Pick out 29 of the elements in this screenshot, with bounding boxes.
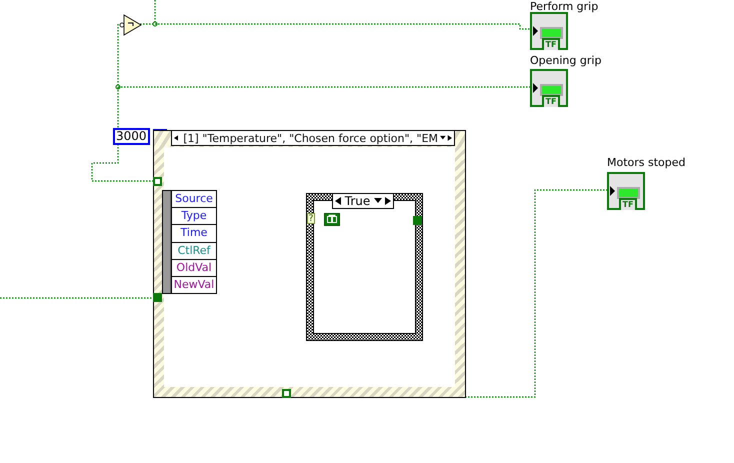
decrement-arrow-icon[interactable] [335,197,341,205]
event-data-field: Type [171,208,216,226]
dropdown-arrows-icon[interactable] [440,134,452,142]
not-gate-icon [119,14,143,36]
case-selector-terminal: ? [307,213,315,224]
event-selector[interactable]: [1] "Temperature", "Chosen force option", "EM [171,130,455,146]
event-data-field: CtlRef [171,242,216,260]
event-data-field: Source [171,191,216,208]
boolean-indicator[interactable]: TF [530,69,568,107]
boolean-indicator[interactable]: TF [607,172,645,210]
led-icon [540,84,563,96]
tunnel-icon [153,177,162,186]
tunnel-icon [282,389,291,398]
event-data-field: OldVal [171,260,216,277]
led-icon [617,187,640,199]
indicator-label: Perform grip [530,0,598,13]
numeric-constant: 3000 [113,128,150,145]
boolean-indicator[interactable]: TF [530,12,568,50]
led-icon [540,27,563,39]
indicator-label: Motors stoped [607,156,686,169]
event-data-field: NewVal [171,276,216,294]
case-selector[interactable]: True [332,193,394,209]
decrement-arrow-icon[interactable] [174,134,178,142]
node-grip-bar[interactable] [163,191,171,293]
dropdown-arrows-icon[interactable] [374,197,391,205]
tunnel-icon [413,216,422,225]
event-data-field: Time [171,225,216,243]
tunnel-icon [153,293,162,302]
indicator-label: Opening grip [530,54,602,67]
